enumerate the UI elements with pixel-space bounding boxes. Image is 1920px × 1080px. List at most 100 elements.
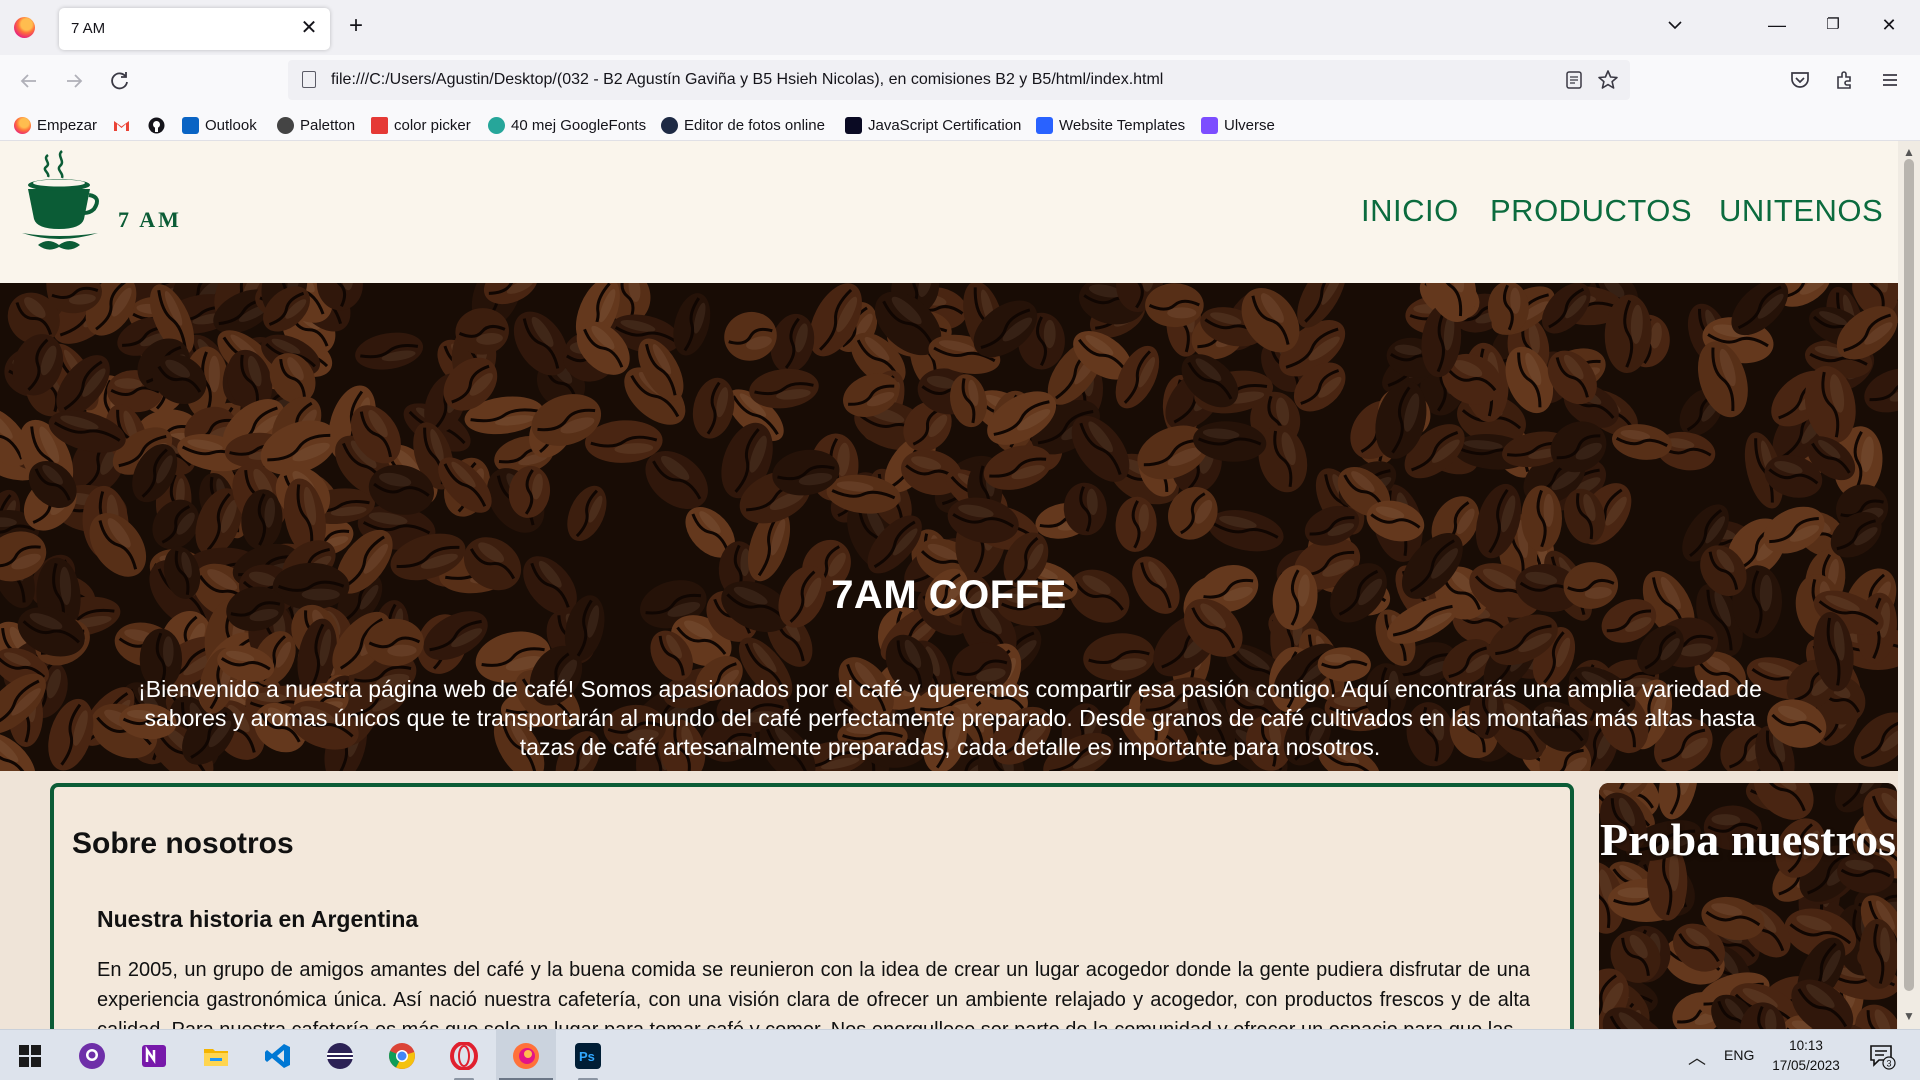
bookmark-label: 40 mej GoogleFonts	[511, 116, 647, 134]
bookmark-label: Editor de fotos online	[684, 116, 825, 134]
gmail-icon	[114, 120, 129, 131]
firefox-icon	[14, 116, 31, 134]
chrome-icon	[389, 1043, 415, 1069]
hero-text: ¡Bienvenido a nuestra página web de café…	[138, 676, 1762, 760]
bookmark-label: Website Templates	[1059, 116, 1186, 134]
taskbar-eclipse[interactable]	[310, 1030, 370, 1080]
hero-title: 7AM COFFE	[831, 573, 1067, 617]
outlook-icon	[182, 116, 199, 134]
github-desktop-icon	[79, 1043, 105, 1069]
bookmark-label: Paletton	[300, 116, 356, 134]
bookmark-label: Empezar	[37, 116, 98, 134]
templates-icon	[1036, 116, 1053, 134]
about-paragraph: En 2005, un grupo de amigos amantes del …	[97, 959, 1530, 1029]
taskbar-vscode[interactable]	[248, 1030, 308, 1080]
svg-text:3: 3	[1887, 1059, 1892, 1069]
language-indicator[interactable]: ENG	[1724, 1047, 1754, 1063]
restore-button[interactable]: ❐	[1822, 14, 1844, 36]
app-menu-icon[interactable]	[1877, 67, 1903, 93]
freecodecamp-icon	[845, 116, 862, 134]
bookmarks-toolbar: Empezar Outlook Paletton color picker 40…	[0, 107, 1920, 141]
opera-icon	[450, 1042, 478, 1070]
clock[interactable]: 10:13 17/05/2023	[1766, 1036, 1846, 1076]
about-section: Sobre nosotros Nuestra historia en Argen…	[50, 783, 1574, 1029]
address-bar[interactable]: file:///C:/Users/Agustin/Desktop/(032 - …	[288, 60, 1630, 100]
eclipse-icon	[327, 1043, 353, 1069]
reload-icon[interactable]	[107, 68, 133, 94]
onenote-icon	[142, 1045, 166, 1067]
windows-taskbar: Ps ︿ ENG 10:13 17/05/2023 3	[0, 1029, 1920, 1080]
bookmark-label: Ulverse	[1224, 116, 1275, 134]
page-viewport: 7 AM INICIO PRODUCTOS UNITENOS 7AM COFFE…	[0, 141, 1920, 1029]
tab-title: 7 AM	[71, 20, 106, 37]
taskbar-github-desktop[interactable]	[62, 1030, 122, 1080]
forward-icon[interactable]	[61, 68, 87, 94]
paletton-icon	[277, 116, 294, 134]
minimize-button[interactable]: —	[1766, 14, 1788, 36]
vscode-icon	[265, 1044, 290, 1068]
bookmark-ulverse[interactable]: Ulverse	[1201, 115, 1275, 135]
coffee-cup-logo-icon[interactable]	[18, 149, 102, 253]
github-icon	[148, 117, 165, 133]
taskbar-opera[interactable]	[434, 1030, 494, 1080]
bookmark-outlook[interactable]: Outlook	[182, 115, 257, 135]
list-all-tabs-icon[interactable]	[1664, 14, 1686, 36]
bookmark-color-picker[interactable]: color picker	[371, 115, 471, 135]
start-button[interactable]	[0, 1030, 60, 1080]
show-hidden-icons-chevron-icon[interactable]: ︿	[1688, 1044, 1706, 1070]
bookmark-label: Outlook	[205, 116, 257, 134]
about-heading: Sobre nosotros	[72, 827, 294, 860]
taskbar-firefox[interactable]	[496, 1030, 556, 1080]
clock-date: 17/05/2023	[1772, 1058, 1840, 1073]
tab-7am[interactable]: 7 AM ✕	[59, 8, 330, 50]
url-text[interactable]: file:///C:/Users/Agustin/Desktop/(032 - …	[331, 71, 1163, 89]
about-subheading: Nuestra historia en Argentina	[97, 906, 419, 932]
taskbar-photoshop[interactable]: Ps	[558, 1030, 618, 1080]
bookmark-gmail[interactable]	[113, 115, 136, 135]
close-window-button[interactable]: ✕	[1878, 14, 1900, 36]
tab-close-button[interactable]: ✕	[297, 16, 321, 40]
taskbar-file-explorer[interactable]	[186, 1030, 246, 1080]
bookmark-photo-editor[interactable]: Editor de fotos online	[661, 115, 825, 135]
bookmark-website-templates[interactable]: Website Templates	[1036, 115, 1185, 135]
promo-text: Proba nuestros	[1599, 814, 1897, 865]
navigation-toolbar: file:///C:/Users/Agustin/Desktop/(032 - …	[0, 55, 1920, 107]
scroll-up-icon[interactable]: ▲	[1903, 145, 1915, 159]
scroll-thumb[interactable]	[1904, 159, 1914, 991]
file-explorer-icon	[204, 1049, 228, 1066]
bookmark-label: color picker	[394, 116, 471, 134]
firefox-icon	[513, 1043, 539, 1069]
promo-card[interactable]: Proba nuestros	[1599, 783, 1897, 1029]
googlefonts-icon	[488, 116, 505, 134]
site-header: 7 AM INICIO PRODUCTOS UNITENOS	[0, 141, 1898, 283]
tab-strip: 7 AM ✕ + — ❐ ✕	[0, 0, 1920, 55]
firefox-menu-icon[interactable]	[14, 17, 35, 38]
taskbar-chrome[interactable]	[372, 1030, 432, 1080]
svg-text:Ps: Ps	[579, 1049, 595, 1064]
bookmark-paletton[interactable]: Paletton	[277, 115, 355, 135]
extensions-icon[interactable]	[1832, 67, 1858, 93]
bookmark-github[interactable]	[148, 115, 171, 135]
nav-productos[interactable]: PRODUCTOS	[1490, 193, 1692, 229]
logo-text[interactable]: 7 AM	[118, 207, 182, 233]
new-tab-button[interactable]: +	[349, 14, 363, 38]
reader-view-icon[interactable]	[1564, 70, 1584, 90]
scroll-down-icon[interactable]: ▼	[1903, 1009, 1915, 1023]
nav-inicio[interactable]: INICIO	[1361, 193, 1459, 229]
bookmark-javascript-certification[interactable]: JavaScript Certification	[845, 115, 1021, 135]
bookmark-label: JavaScript Certification	[868, 116, 1022, 134]
pocket-icon[interactable]	[1787, 67, 1813, 93]
bookmark-star-icon[interactable]	[1596, 68, 1620, 92]
uiverse-icon	[1201, 116, 1218, 134]
bookmark-empezar[interactable]: Empezar	[14, 115, 97, 135]
page-icon	[302, 71, 316, 88]
hero-banner: 7AM COFFE ¡Bienvenido a nuestra página w…	[0, 283, 1898, 771]
nav-unitenos[interactable]: UNITENOS	[1719, 193, 1883, 229]
notification-center-icon[interactable]: 3	[1868, 1042, 1896, 1070]
back-icon[interactable]	[16, 68, 42, 94]
photo-editor-icon	[661, 116, 678, 134]
bookmark-googlefonts[interactable]: 40 mej GoogleFonts	[488, 115, 646, 135]
page-scrollbar[interactable]: ▲ ▼	[1898, 141, 1920, 1029]
taskbar-onenote[interactable]	[124, 1030, 184, 1080]
photoshop-icon: Ps	[575, 1043, 601, 1069]
